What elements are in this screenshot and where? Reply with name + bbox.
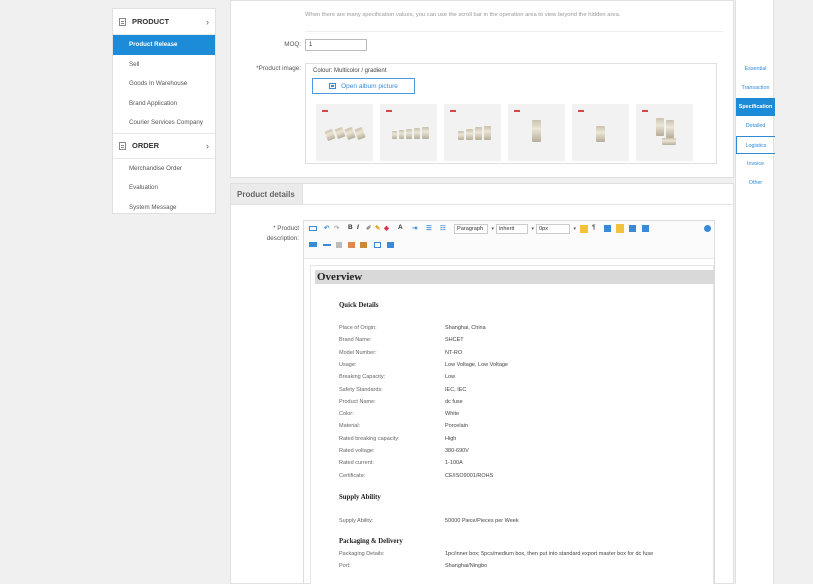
- product-section-label: PRODUCT: [132, 17, 170, 26]
- order-section-header[interactable]: ORDER ›: [113, 132, 215, 159]
- detail-row: Color: White: [339, 411, 460, 417]
- format-painter-icon[interactable]: ✎: [375, 224, 380, 232]
- rail-item-essential[interactable]: Essential: [736, 60, 775, 78]
- detail-row: Packaging Details: 1pc/inner box; 5pcs/me…: [339, 551, 654, 557]
- left-sidebar: PRODUCT › Product Release Sell Goods In …: [112, 8, 216, 214]
- detail-row: Rated current: 1-100A: [339, 460, 463, 466]
- colour-label: Colour: Multicolor / gradient: [313, 68, 387, 74]
- image-icon: [329, 83, 337, 89]
- numbered-list-icon[interactable]: ☷: [440, 224, 446, 232]
- rtl-icon[interactable]: ¶: [592, 224, 596, 231]
- specification-panel: When there are many specification values…: [230, 0, 734, 178]
- product-thumbnail[interactable]: [444, 104, 501, 161]
- product-section-header[interactable]: PRODUCT ›: [113, 9, 215, 35]
- template-icon[interactable]: [374, 242, 381, 248]
- product-image-box: Colour: Multicolor / gradient Open album…: [305, 63, 717, 164]
- table-icon[interactable]: [309, 242, 317, 247]
- moq-input[interactable]: 1: [305, 39, 367, 51]
- indent-icon[interactable]: ⇥: [412, 224, 417, 232]
- moq-label: MOQ:: [284, 41, 301, 48]
- chevron-right-icon: ›: [206, 16, 209, 27]
- editor-content[interactable]: Overview Quick Details Place of Origin: S…: [310, 265, 715, 584]
- highlight-icon[interactable]: ◈: [384, 224, 389, 232]
- align-left-icon[interactable]: [604, 225, 611, 232]
- divider: [305, 31, 723, 32]
- sidebar-item-courier-services[interactable]: Courier Services Company: [113, 113, 215, 133]
- font-size-select[interactable]: 0px: [536, 224, 576, 234]
- bullet-list-icon[interactable]: ☰: [426, 224, 432, 232]
- detail-row: Safety Standards: IEC, IEC: [339, 387, 467, 393]
- rail-item-transaction[interactable]: Transaction: [736, 79, 775, 97]
- sidebar-item-sell[interactable]: Sell: [113, 55, 215, 75]
- rail-item-other[interactable]: Other: [736, 174, 775, 192]
- product-details-panel: Product details * Product description: ↶…: [230, 183, 734, 584]
- detail-row: Product Name: dc fuse: [339, 399, 463, 405]
- align-justify-icon[interactable]: [642, 225, 649, 232]
- main-content: When there are many specification values…: [230, 0, 734, 584]
- section-nav-rail: Essential Transaction Specification Deta…: [735, 0, 775, 584]
- horizontal-rule-icon[interactable]: [323, 244, 331, 246]
- detail-row: Port: Shanghai/Ningbo: [339, 563, 488, 569]
- product-details-title: Product details: [231, 184, 303, 205]
- open-album-button[interactable]: Open album picture: [312, 78, 415, 94]
- sidebar-item-product-release[interactable]: Product Release: [113, 35, 215, 55]
- ltr-icon[interactable]: [580, 225, 588, 233]
- supply-ability-heading: Supply Ability: [339, 494, 381, 501]
- packaging-heading: Packaging & Delivery: [339, 538, 403, 545]
- rail-item-specification[interactable]: Specification: [736, 98, 775, 116]
- overview-heading: Overview: [315, 270, 715, 284]
- detail-row: Supply Ability: 50000 Piece/Pieces per We…: [339, 518, 519, 524]
- align-right-icon[interactable]: [629, 225, 636, 232]
- image-insert-icon[interactable]: [348, 242, 355, 248]
- italic-icon[interactable]: I: [357, 224, 359, 231]
- detail-row: Material: Porcelain: [339, 423, 468, 429]
- product-thumbnail[interactable]: [508, 104, 565, 161]
- link-icon[interactable]: [336, 242, 342, 248]
- product-thumbnail[interactable]: [316, 104, 373, 161]
- preview-icon[interactable]: [387, 242, 394, 248]
- document-icon: [119, 17, 126, 26]
- editor-toolbar: ↶ ↷ B I ✐ ✎ ◈ A ⇥ ☰ ☷ Paragraph inherit …: [304, 221, 714, 259]
- bold-icon[interactable]: B: [348, 224, 353, 231]
- font-color-icon[interactable]: A: [398, 224, 403, 231]
- divider: [303, 204, 733, 205]
- font-family-select[interactable]: inherit: [496, 224, 534, 234]
- rich-text-editor: ↶ ↷ B I ✐ ✎ ◈ A ⇥ ☰ ☷ Paragraph inherit …: [303, 220, 715, 584]
- document-icon: [119, 141, 126, 150]
- fullscreen-icon[interactable]: [704, 225, 711, 232]
- product-thumbnail[interactable]: [636, 104, 693, 161]
- chevron-right-icon: ›: [206, 140, 209, 151]
- sidebar-item-system-message[interactable]: System Message: [113, 198, 215, 218]
- detail-row: Usage: Low Voltage, Low Voltage: [339, 362, 508, 368]
- detail-row: Brand Name: SHCET: [339, 337, 464, 343]
- detail-row: Breaking Capacity: Low: [339, 374, 456, 380]
- sidebar-item-goods-in-warehouse[interactable]: Goods In Warehouse: [113, 74, 215, 94]
- redo-icon[interactable]: ↷: [334, 224, 339, 232]
- rail-item-invoice[interactable]: Invoice: [736, 155, 775, 173]
- open-album-label: Open album picture: [341, 82, 398, 90]
- paragraph-select[interactable]: Paragraph: [454, 224, 494, 234]
- source-code-icon[interactable]: [309, 226, 317, 231]
- detail-row: Rated voltage: 380-690V: [339, 448, 469, 454]
- align-center-icon[interactable]: [616, 224, 624, 233]
- sidebar-item-brand-application[interactable]: Brand Application: [113, 94, 215, 114]
- rail-item-detailed[interactable]: Detailed: [736, 117, 775, 135]
- detail-row: Rated breaking capacity: High: [339, 436, 457, 442]
- sidebar-item-evaluation[interactable]: Evaluation: [113, 178, 215, 198]
- order-section-label: ORDER: [132, 141, 160, 150]
- product-thumbnail[interactable]: [572, 104, 629, 161]
- media-icon[interactable]: [360, 242, 367, 248]
- detail-row: Place of Origin: Shanghai, China: [339, 325, 486, 331]
- detail-row: Certificate: CE/ISO9001/ROHS: [339, 473, 494, 479]
- detail-row: Model Number: NT-RO: [339, 350, 463, 356]
- undo-icon[interactable]: ↶: [324, 224, 329, 232]
- product-description-label: * Product description:: [266, 225, 299, 242]
- sidebar-item-merchandise-order[interactable]: Merchandise Order: [113, 159, 215, 179]
- clear-format-icon[interactable]: ✐: [366, 224, 371, 232]
- product-image-label: *Product image:: [256, 65, 301, 72]
- product-thumbnail[interactable]: [380, 104, 437, 161]
- scroll-hint: When there are many specification values…: [305, 12, 621, 18]
- quick-details-heading: Quick Details: [339, 302, 379, 309]
- rail-item-logistics[interactable]: Logistics: [736, 136, 775, 154]
